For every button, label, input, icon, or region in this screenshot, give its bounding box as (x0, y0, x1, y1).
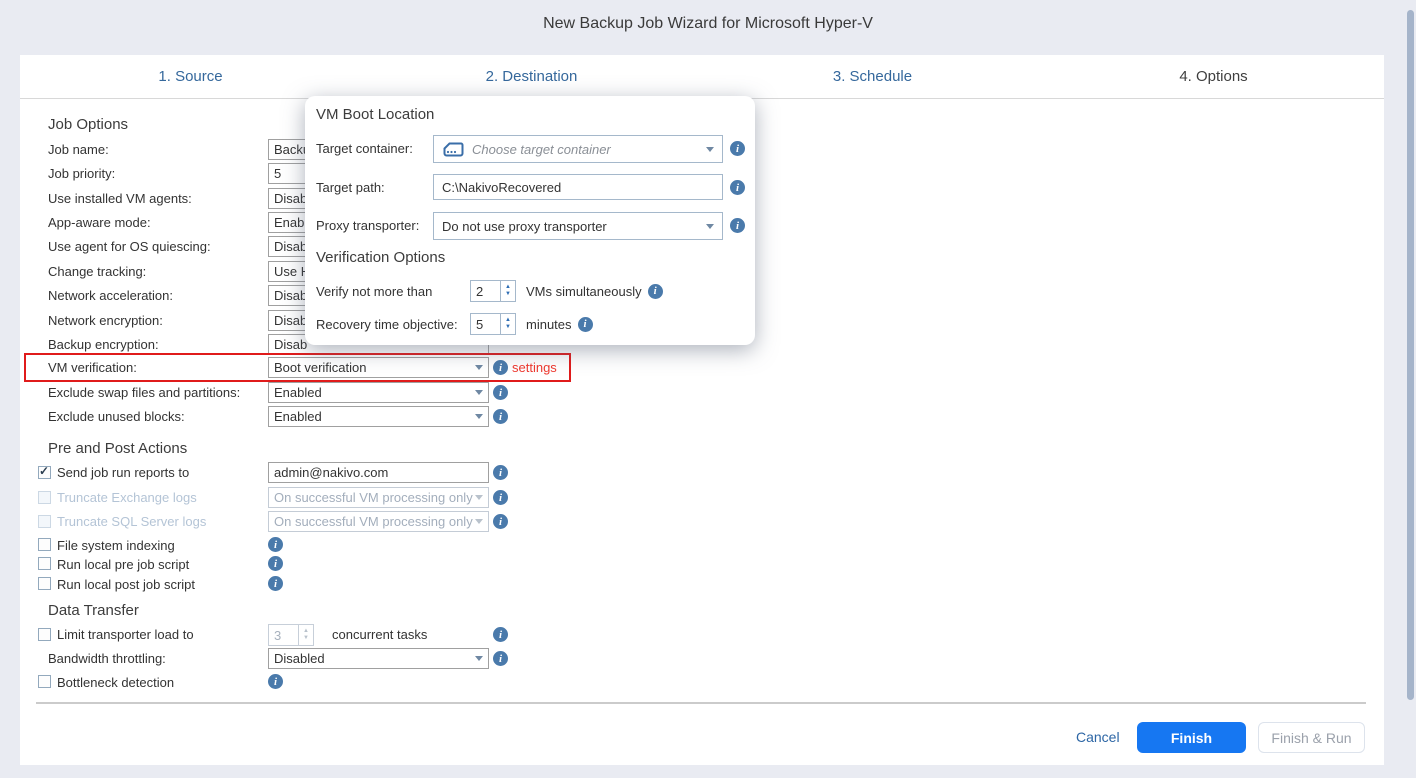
rto-label: Recovery time objective: (316, 317, 458, 332)
limit-load-spinner: 3 ▲ ▼ (268, 624, 314, 646)
scrollbar-thumb[interactable] (1407, 10, 1414, 700)
chevron-down-icon (475, 390, 483, 395)
chevron-down-icon (706, 146, 714, 152)
verify-limit-info-icon[interactable]: i (647, 283, 663, 299)
titlebar: New Backup Job Wizard for Microsoft Hype… (0, 0, 1416, 48)
truncate-exchange-info-icon[interactable]: i (493, 490, 508, 505)
exclude-unused-select[interactable]: Enabled (268, 406, 489, 427)
data-transfer-heading: Data Transfer (48, 602, 139, 619)
bandwidth-label: Bandwidth throttling: (48, 651, 166, 666)
bandwidth-info-icon[interactable]: i (493, 651, 508, 666)
vm-verification-select[interactable]: Boot verification (268, 357, 489, 378)
bandwidth-select[interactable]: Disabled (268, 648, 489, 669)
limit-load-checkbox[interactable] (38, 628, 51, 641)
settings-link[interactable]: settings (512, 357, 557, 378)
vm-verification-info-icon[interactable]: i (493, 360, 508, 375)
os-quiescing-label: Use agent for OS quiescing: (48, 239, 211, 254)
truncate-exchange-checkbox (38, 491, 51, 504)
chevron-down-icon (706, 223, 714, 229)
exclude-unused-info-icon[interactable]: i (493, 409, 508, 424)
rto-spinner[interactable]: 5 ▲ ▼ (470, 313, 516, 335)
backup-encryption-label: Backup encryption: (48, 337, 159, 352)
chevron-down-icon (475, 656, 483, 661)
storage-container-icon (443, 142, 464, 157)
chevron-down-icon (475, 519, 483, 524)
limit-load-suffix: concurrent tasks (332, 627, 428, 642)
bottleneck-label: Bottleneck detection (57, 675, 175, 690)
truncate-sql-select: On successful VM processing only (268, 511, 489, 532)
network-encryption-label: Network encryption: (48, 313, 163, 328)
target-path-info-icon[interactable]: i (730, 180, 745, 195)
exclude-swap-select[interactable]: Enabled (268, 382, 489, 403)
fs-indexing-info-icon[interactable]: i (268, 537, 283, 552)
proxy-transporter-info-icon[interactable]: i (730, 218, 745, 233)
limit-load-info-icon[interactable]: i (493, 627, 508, 642)
job-priority-label: Job priority: (48, 166, 116, 181)
pre-script-checkbox[interactable] (38, 557, 51, 570)
post-script-label: Run local post job script (57, 577, 196, 592)
app-aware-label: App-aware mode: (48, 215, 151, 230)
exclude-unused-label: Exclude unused blocks: (48, 409, 185, 424)
rto-suffix: minutes i (526, 313, 593, 335)
job-options-heading: Job Options (48, 116, 129, 133)
send-reports-info-icon[interactable]: i (493, 465, 508, 480)
tab-options[interactable]: 4. Options (1043, 55, 1384, 98)
vm-verification-label: VM verification: (48, 360, 137, 375)
chevron-down-icon (475, 365, 483, 370)
send-reports-label: Send job run reports to (57, 465, 190, 480)
proxy-transporter-select[interactable]: Do not use proxy transporter (433, 212, 723, 240)
spinner-arrows-icon[interactable]: ▲ ▼ (500, 313, 516, 335)
tab-schedule[interactable]: 3. Schedule (702, 55, 1043, 98)
truncate-sql-checkbox (38, 515, 51, 528)
bottleneck-checkbox[interactable] (38, 675, 51, 688)
tab-destination[interactable]: 2. Destination (361, 55, 702, 98)
chevron-down-icon (475, 495, 483, 500)
target-path-input[interactable]: C:\NakivoRecovered (433, 174, 723, 200)
pre-post-heading: Pre and Post Actions (48, 440, 188, 457)
job-name-label: Job name: (48, 142, 109, 157)
post-script-checkbox[interactable] (38, 577, 51, 590)
spinner-arrows-icon[interactable]: ▲ ▼ (500, 280, 516, 302)
verify-limit-suffix: VMs simultaneously i (526, 280, 663, 302)
pre-script-label: Run local pre job script (57, 557, 190, 572)
boot-location-heading: VM Boot Location (316, 106, 435, 123)
truncate-sql-info-icon[interactable]: i (493, 514, 508, 529)
wizard-window: New Backup Job Wizard for Microsoft Hype… (0, 0, 1416, 778)
page-title: New Backup Job Wizard for Microsoft Hype… (543, 15, 873, 32)
wizard-steps: 1. Source 2. Destination 3. Schedule 4. … (20, 55, 1384, 99)
target-path-label: Target path: (316, 180, 385, 195)
rto-info-icon[interactable]: i (577, 316, 593, 332)
truncate-exchange-select: On successful VM processing only (268, 487, 489, 508)
target-container-label: Target container: (316, 141, 413, 156)
chevron-down-icon (475, 414, 483, 419)
spinner-arrows-icon: ▲ ▼ (298, 624, 314, 646)
target-container-select[interactable]: Choose target container (433, 135, 723, 163)
fs-indexing-label: File system indexing (57, 538, 175, 553)
exclude-swap-label: Exclude swap files and partitions: (48, 385, 241, 400)
finish-button[interactable]: Finish (1137, 722, 1246, 753)
vm-agents-label: Use installed VM agents: (48, 191, 192, 206)
fs-indexing-checkbox[interactable] (38, 538, 51, 551)
pre-script-info-icon[interactable]: i (268, 556, 283, 571)
verification-options-heading: Verification Options (316, 249, 446, 266)
exclude-swap-info-icon[interactable]: i (493, 385, 508, 400)
post-script-info-icon[interactable]: i (268, 576, 283, 591)
verify-count-spinner[interactable]: 2 ▲ ▼ (470, 280, 516, 302)
network-acceleration-label: Network acceleration: (48, 288, 173, 303)
truncate-exchange-label: Truncate Exchange logs (57, 490, 197, 505)
tab-source[interactable]: 1. Source (20, 55, 361, 98)
finish-run-button[interactable]: Finish & Run (1258, 722, 1365, 753)
vm-boot-location-popup: VM Boot Location Target container: Choos… (305, 96, 755, 345)
bottleneck-info-icon[interactable]: i (268, 674, 283, 689)
change-tracking-label: Change tracking: (48, 264, 147, 279)
send-reports-checkbox[interactable] (38, 464, 51, 479)
truncate-sql-label: Truncate SQL Server logs (57, 514, 207, 529)
limit-load-label: Limit transporter load to (57, 627, 194, 642)
verify-limit-label: Verify not more than (316, 284, 433, 299)
footer-divider (36, 702, 1366, 704)
target-container-info-icon[interactable]: i (730, 141, 745, 156)
proxy-transporter-label: Proxy transporter: (316, 218, 420, 233)
send-reports-input[interactable]: admin@nakivo.com (268, 462, 489, 483)
cancel-button[interactable]: Cancel (1076, 722, 1120, 753)
